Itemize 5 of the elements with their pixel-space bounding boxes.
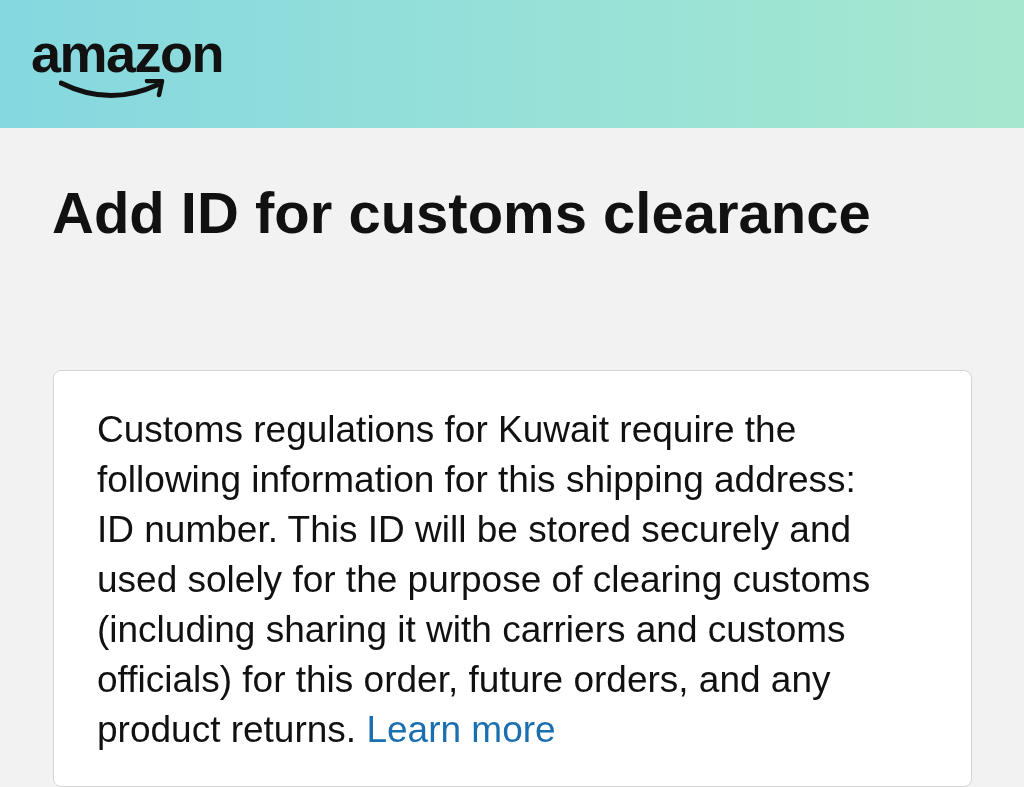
learn-more-link[interactable]: Learn more — [366, 709, 556, 750]
page-title: Add ID for customs clearance — [52, 181, 872, 245]
logo-wordmark[interactable]: amazon — [31, 28, 224, 78]
smile-arrow-icon — [59, 79, 165, 101]
customs-notice-text: Customs regulations for Kuwait require the following information for this shipping address: ID number. This ID will be stored securely and used solely for the purpose of clearing customs (including sharing it with carriers and customs officials) for this order, future orders, and any product returns. Learn more — [97, 408, 872, 752]
